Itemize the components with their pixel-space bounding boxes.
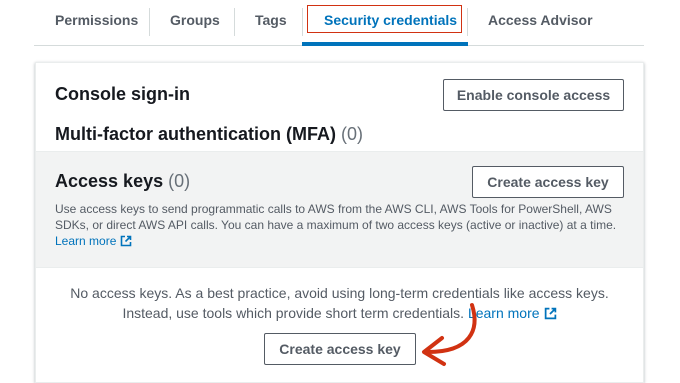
access-keys-description-text: Use access keys to send programmatic cal…: [55, 202, 617, 232]
create-access-key-header-button[interactable]: Create access key: [472, 166, 624, 198]
tab-permissions[interactable]: Permissions: [55, 0, 138, 40]
access-keys-description: Use access keys to send programmatic cal…: [55, 201, 625, 249]
tab-tags[interactable]: Tags: [255, 0, 287, 40]
access-keys-title: Access keys (0): [55, 171, 190, 192]
tab-divider: [467, 8, 468, 36]
tab-access-advisor[interactable]: Access Advisor: [488, 0, 593, 40]
access-keys-count: (0): [168, 171, 191, 191]
external-link-icon[interactable]: [120, 235, 132, 247]
mfa-title: Multi-factor authentication (MFA) (0): [55, 124, 363, 145]
create-access-key-button[interactable]: Create access key: [264, 333, 416, 365]
access-keys-section: Access keys (0) Create access key Use ac…: [36, 151, 643, 268]
external-link-icon[interactable]: [544, 307, 557, 320]
empty-state-learn-more-link[interactable]: Learn more: [468, 305, 540, 321]
tab-divider: [302, 8, 303, 36]
tab-groups[interactable]: Groups: [170, 0, 220, 40]
active-tab-underline: [302, 42, 468, 46]
access-keys-learn-more-link[interactable]: Learn more: [55, 234, 116, 248]
mfa-count: (0): [341, 124, 363, 144]
console-signin-title: Console sign-in: [55, 84, 190, 104]
tab-divider: [234, 8, 235, 36]
access-keys-title-text: Access keys: [55, 171, 164, 191]
tab-divider: [149, 8, 150, 36]
security-credentials-panel: Console sign-in Enable console access Mu…: [35, 62, 644, 383]
mfa-title-text: Multi-factor authentication (MFA): [55, 124, 336, 144]
enable-console-access-button[interactable]: Enable console access: [443, 79, 624, 111]
active-tab-highlight-annotation: [307, 5, 462, 33]
no-access-keys-message: No access keys. As a best practice, avoi…: [54, 283, 625, 323]
